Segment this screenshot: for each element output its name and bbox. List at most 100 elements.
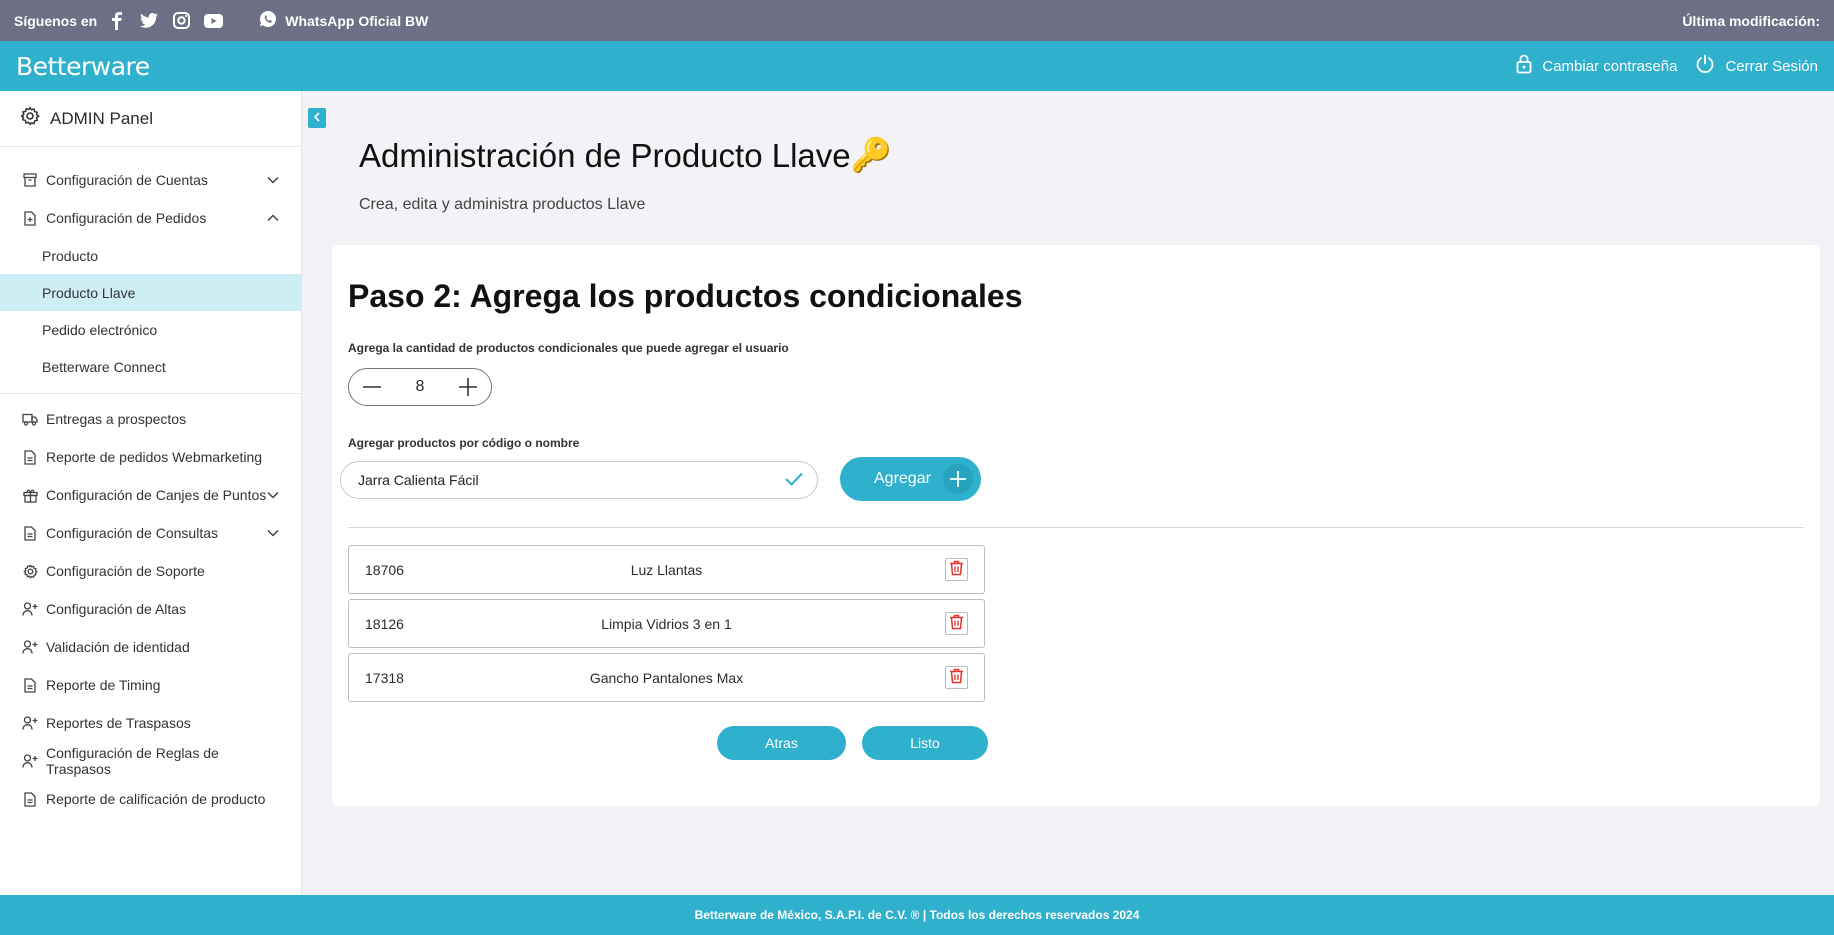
user-plus-icon <box>22 601 38 617</box>
change-password-button[interactable]: Cambiar contraseña <box>1516 54 1677 78</box>
document-icon <box>22 791 38 807</box>
admin-panel-label: ADMIN Panel <box>50 108 153 128</box>
sidebar-item-label: Configuración de Pedidos <box>46 210 207 226</box>
whatsapp-icon <box>259 10 277 31</box>
sidebar-item-configuracion-cuentas[interactable]: Configuración de Cuentas <box>0 161 301 199</box>
gift-icon <box>22 487 38 503</box>
youtube-icon[interactable] <box>203 11 223 31</box>
logout-label: Cerrar Sesión <box>1725 57 1818 75</box>
user-plus-icon <box>22 715 38 731</box>
chevron-left-icon <box>313 109 321 127</box>
back-button[interactable]: Atras <box>717 726 846 760</box>
page-subtitle: Crea, edita y administra productos Llave <box>359 196 646 213</box>
social-links <box>107 11 223 31</box>
chevron-up-icon <box>267 214 279 222</box>
sidebar-item-reportes-traspasos[interactable]: Reportes de Traspasos <box>0 704 301 742</box>
sidebar-item-label: Configuración de Reglas de Traspasos <box>46 745 219 777</box>
sidebar: ADMIN Panel Configuración de Cuentas Con… <box>0 91 302 895</box>
sidebar-item-calificacion-producto[interactable]: Reporte de calificación de producto <box>0 780 301 818</box>
step-card: Paso 2: Agrega los productos condicional… <box>332 245 1820 806</box>
trash-icon <box>949 668 964 687</box>
sidebar-item-label: Configuración de Soporte <box>46 563 205 579</box>
delete-product-button[interactable] <box>945 666 968 689</box>
truck-icon <box>22 411 38 427</box>
document-icon <box>22 449 38 465</box>
sidebar-item-configuracion-pedidos[interactable]: Configuración de Pedidos <box>0 199 301 237</box>
trash-icon <box>949 614 964 633</box>
done-button[interactable]: Listo <box>862 726 988 760</box>
add-product-button[interactable]: Agregar <box>840 457 981 501</box>
sidebar-item-configuracion-altas[interactable]: Configuración de Altas <box>0 590 301 628</box>
sidebar-item-label: Reporte de pedidos Webmarketing <box>46 449 263 465</box>
chevron-down-icon <box>267 176 279 184</box>
chevron-down-icon <box>267 529 279 537</box>
sidebar-subitem-pedido-electronico[interactable]: Pedido electrónico <box>0 311 301 348</box>
add-button-label: Agregar <box>874 470 931 487</box>
product-row: 18126 Limpia Vidrios 3 en 1 <box>348 599 985 648</box>
plus-icon <box>943 464 973 494</box>
search-label: Agregar productos por código o nombre <box>348 436 580 450</box>
sidebar-item-reporte-webmarketing[interactable]: Reporte de pedidos Webmarketing <box>0 438 301 476</box>
key-icon: 🔑 <box>850 136 892 173</box>
sidebar-item-canjes-puntos[interactable]: Configuración de Canjes de Puntos <box>0 476 301 514</box>
step-title: Paso 2: Agrega los productos condicional… <box>348 278 1023 314</box>
archive-icon <box>22 172 38 188</box>
product-code: 17318 <box>365 669 404 686</box>
product-code: 18706 <box>365 561 404 578</box>
sidebar-item-reglas-traspasos[interactable]: Configuración de Reglas de Traspasos <box>0 742 301 780</box>
user-plus-icon <box>22 753 38 769</box>
power-icon <box>1695 54 1715 78</box>
product-list: 18706 Luz Llantas 18126 Limpia Vidrios 3… <box>348 545 985 707</box>
sidebar-item-label: Entregas a prospectos <box>46 411 187 427</box>
change-password-label: Cambiar contraseña <box>1542 57 1678 75</box>
sidebar-item-label: Configuración de Altas <box>46 601 187 617</box>
gear-icon <box>20 106 40 131</box>
instagram-icon[interactable] <box>171 11 191 31</box>
sidebar-item-configuracion-consultas[interactable]: Configuración de Consultas <box>0 514 301 552</box>
betterware-logo[interactable]: Betterware <box>16 52 150 81</box>
logout-button[interactable]: Cerrar Sesión <box>1695 54 1818 78</box>
user-plus-icon <box>22 639 38 655</box>
quantity-value[interactable]: 8 <box>416 378 425 396</box>
header-actions: Cambiar contraseña Cerrar Sesión <box>1516 54 1818 78</box>
twitter-icon[interactable] <box>139 11 159 31</box>
whatsapp-label: WhatsApp Oficial BW <box>285 12 429 29</box>
sidebar-item-label: Configuración de Cuentas <box>46 172 208 188</box>
document-icon <box>22 210 38 226</box>
whatsapp-link[interactable]: WhatsApp Oficial BW <box>259 10 428 31</box>
last-modified-label: Última modificación: <box>1682 12 1820 29</box>
product-row: 17318 Gancho Pantalones Max <box>348 653 985 702</box>
page-title-text: Administración de Producto Llave <box>359 136 851 174</box>
increment-button[interactable] <box>457 376 479 398</box>
quantity-stepper: 8 <box>348 368 492 406</box>
app-header: Betterware Cambiar contraseña Cerrar Ses… <box>0 41 1834 91</box>
sidebar-subitem-producto-llave[interactable]: Producto Llave <box>0 274 301 311</box>
sidebar-subitem-betterware-connect[interactable]: Betterware Connect <box>0 348 301 385</box>
sidebar-item-label: Configuración de Consultas <box>46 525 218 541</box>
admin-panel-title: ADMIN Panel <box>0 91 301 147</box>
sidebar-item-validacion-identidad[interactable]: Validación de identidad <box>0 628 301 666</box>
footer: Betterware de México, S.A.P.I. de C.V. ®… <box>0 895 1834 935</box>
collapse-sidebar-button[interactable] <box>308 108 326 128</box>
follow-label: Síguenos en <box>14 12 98 29</box>
product-search-input[interactable] <box>358 472 785 488</box>
sidebar-item-entregas-prospectos[interactable]: Entregas a prospectos <box>0 400 301 438</box>
decrement-button[interactable] <box>361 376 383 398</box>
section-divider <box>348 527 1804 528</box>
product-row: 18706 Luz Llantas <box>348 545 985 594</box>
sidebar-item-label: Reportes de Traspasos <box>46 715 191 731</box>
sidebar-divider <box>0 393 301 394</box>
facebook-icon[interactable] <box>107 11 127 31</box>
sidebar-subitem-producto[interactable]: Producto <box>0 237 301 274</box>
document-icon <box>22 677 38 693</box>
sidebar-item-label: Validación de identidad <box>46 639 190 655</box>
delete-product-button[interactable] <box>945 558 968 581</box>
sidebar-item-configuracion-soporte[interactable]: Configuración de Soporte <box>0 552 301 590</box>
page-title: Administración de Producto Llave 🔑 <box>359 136 892 175</box>
delete-product-button[interactable] <box>945 612 968 635</box>
trash-icon <box>949 560 964 579</box>
product-search-field <box>340 461 818 499</box>
lock-icon <box>1516 54 1532 78</box>
sidebar-item-reporte-timing[interactable]: Reporte de Timing <box>0 666 301 704</box>
check-icon <box>785 472 803 489</box>
